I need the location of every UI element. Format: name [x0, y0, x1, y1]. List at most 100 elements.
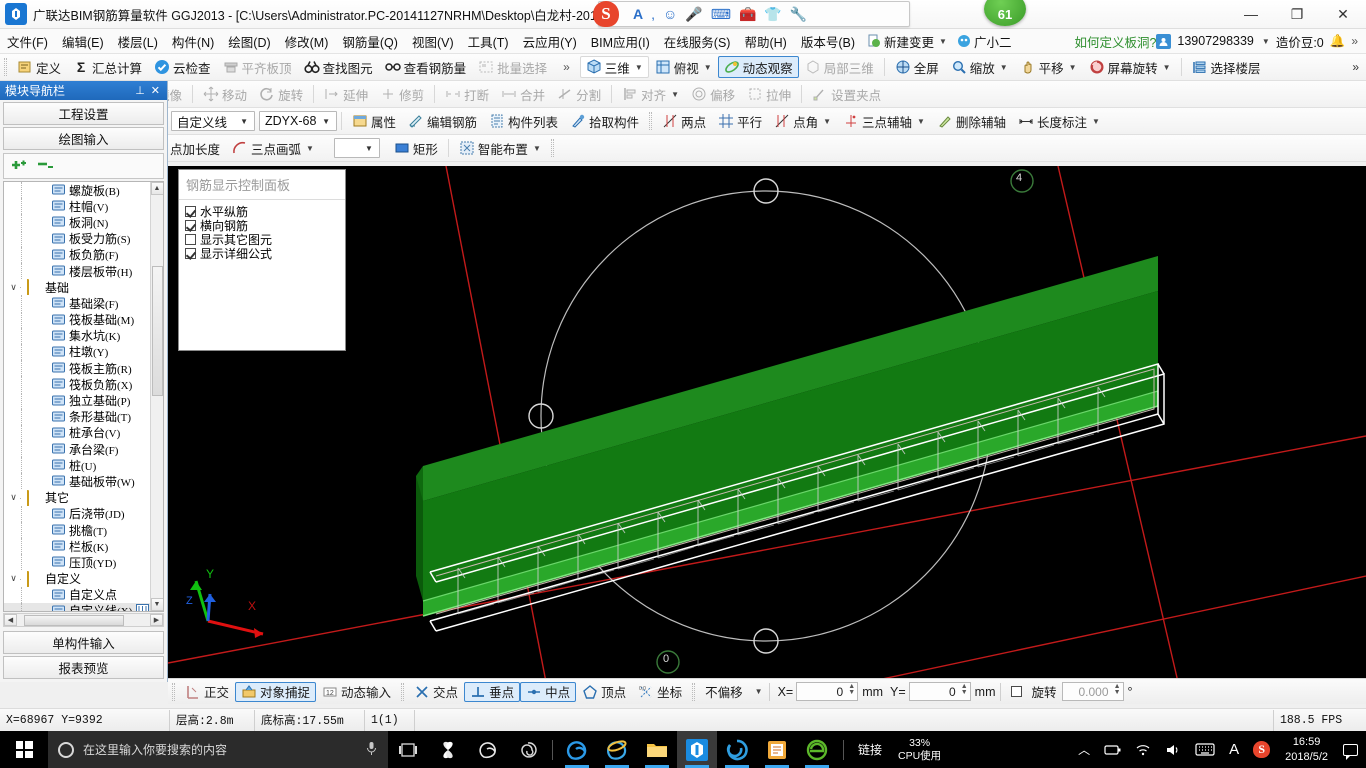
tree-item[interactable]: 板洞(N): [4, 214, 150, 231]
tree-item[interactable]: 独立基础(P): [4, 392, 150, 409]
tree-item[interactable]: 板负筋(F): [4, 246, 150, 263]
menu-online-svc[interactable]: 在线服务(S): [657, 29, 738, 54]
offset-mode-chevron-down-icon[interactable]: ▼: [755, 687, 763, 696]
tool-screen-rotate-chevron-down-icon[interactable]: ▼: [1163, 63, 1171, 72]
tool-set-grip-point[interactable]: 设置夹点: [806, 83, 887, 105]
minimize-button[interactable]: —: [1228, 0, 1274, 29]
tool-screen-rotate[interactable]: 屏幕旋转 ▼: [1083, 56, 1177, 78]
tool-stretch[interactable]: 拉伸: [741, 83, 797, 105]
tool-pan[interactable]: 平移 ▼: [1014, 56, 1083, 78]
tool-smart-layout-chevron-down-icon[interactable]: ▼: [533, 144, 541, 153]
tool-align[interactable]: 对齐 ▼: [616, 83, 685, 105]
toolbar1-overflow-icon[interactable]: »: [563, 60, 570, 74]
checkbox-icon[interactable]: [185, 247, 196, 259]
chevron-down-icon[interactable]: ∨: [8, 492, 19, 503]
toolbar-grip[interactable]: [4, 58, 7, 76]
tool-cloud-check[interactable]: 云检查: [148, 56, 217, 78]
snap-ortho[interactable]: 正交: [179, 682, 235, 702]
tool-top-view[interactable]: 俯视 ▼: [649, 56, 718, 78]
menubar-overflow-icon[interactable]: »: [1351, 34, 1358, 48]
tool-fullscreen[interactable]: 全屏: [889, 56, 945, 78]
tree-item[interactable]: 板受力筋(S): [4, 230, 150, 247]
tree-item[interactable]: 柱墩(Y): [4, 343, 150, 360]
snap-perpendicular[interactable]: 垂点: [464, 681, 521, 702]
tree-item[interactable]: 筏板基础(M): [4, 311, 150, 328]
checkbox-icon[interactable]: [185, 233, 196, 245]
tree-item[interactable]: 挑檐(T): [4, 522, 150, 539]
snapbar-grip-2[interactable]: [401, 682, 405, 701]
tool-top-view-chevron-down-icon[interactable]: ▼: [704, 63, 712, 72]
tree-item[interactable]: 桩承台(V): [4, 424, 150, 441]
app-spiral[interactable]: [508, 731, 548, 768]
draw-input-button[interactable]: 绘图输入: [3, 127, 164, 150]
tree-folder[interactable]: ∨ · 基础: [4, 279, 150, 296]
rebar-display-control-panel[interactable]: 钢筋显示控制面板 水平纵筋 横向钢筋 显示其它图元 显示详细公式: [178, 169, 346, 351]
tool-three-point-axis[interactable]: 三点辅轴 ▼: [837, 110, 931, 132]
pin-icon[interactable]: ⊥: [135, 84, 145, 97]
tree-scroll-up-button[interactable]: ▲: [150, 182, 163, 195]
snap-object-snap[interactable]: 对象捕捉: [235, 681, 317, 702]
checkbox-icon[interactable]: [185, 205, 196, 217]
maximize-button[interactable]: ❐: [1274, 0, 1320, 29]
tree-item[interactable]: 栏板(K): [4, 538, 150, 555]
tool-zoom[interactable]: 缩放 ▼: [945, 56, 1014, 78]
app-pinwheel[interactable]: [428, 731, 468, 768]
tool-point-angle-chevron-down-icon[interactable]: ▼: [823, 117, 831, 126]
tool-partial-3d[interactable]: 局部三维: [799, 56, 880, 78]
tree-item[interactable]: 筏板主筋(R): [4, 360, 150, 377]
tool-zoom-chevron-down-icon[interactable]: ▼: [1000, 63, 1008, 72]
tool-offset[interactable]: 偏移: [685, 83, 741, 105]
menu-cloud-app[interactable]: 云应用(Y): [516, 29, 584, 54]
volume-icon[interactable]: [1158, 731, 1188, 768]
tree-scroll-right-button[interactable]: ▶: [150, 614, 163, 626]
report-preview-button[interactable]: 报表预览: [3, 656, 164, 679]
link-label[interactable]: 链接: [850, 741, 890, 758]
menu-bim-app[interactable]: BIM应用(I): [584, 29, 657, 54]
user-nick-button[interactable]: 广小二: [952, 30, 1017, 53]
ime-microphone-icon[interactable]: 🎤: [685, 7, 702, 21]
tool-align-slab-top[interactable]: 平齐板顶: [217, 56, 298, 78]
app-360[interactable]: [717, 731, 757, 768]
tool-pick-component[interactable]: 拾取构件: [564, 110, 645, 132]
menu-tools[interactable]: 工具(T): [461, 29, 516, 54]
menu-file[interactable]: 文件(F): [0, 29, 55, 54]
cpu-widget[interactable]: 33% CPU使用: [890, 737, 949, 763]
menu-floor[interactable]: 楼层(L): [111, 29, 165, 54]
app-explorer[interactable]: [637, 731, 677, 768]
draw-mode-combo-chevron-down-icon[interactable]: ▼: [361, 144, 377, 153]
tool-rectangle[interactable]: 矩形: [388, 137, 444, 159]
tree-scroll-down-button[interactable]: ▼: [150, 598, 163, 611]
menu-help[interactable]: 帮助(H): [737, 29, 793, 54]
y-offset-stepper[interactable]: ▲ ▼: [961, 683, 968, 696]
snapbar-grip[interactable]: [172, 682, 175, 701]
tree-item[interactable]: 自定义点: [4, 586, 150, 603]
tree-item[interactable]: 桩(U): [4, 457, 150, 474]
microphone-icon[interactable]: [365, 741, 378, 759]
menu-version[interactable]: 版本号(B): [794, 29, 862, 54]
tree-item[interactable]: 基础梁(F): [4, 295, 150, 312]
tree-folder[interactable]: ∨ · 其它: [4, 489, 150, 506]
rotate-stepper[interactable]: ▲ ▼: [1114, 683, 1121, 696]
snap-coordinate[interactable]: 0,0 坐标: [632, 682, 688, 702]
tree-item[interactable]: 后浇带(JD): [4, 505, 150, 522]
tree-item[interactable]: 承台梁(F): [4, 441, 150, 458]
new-change-button[interactable]: 新建变更 ▼: [862, 30, 952, 53]
expand-all-icon[interactable]: [10, 157, 28, 176]
ime-toolbar[interactable]: S A , ☺ 🎤 ⌨ 🧰 👕 🔧: [593, 1, 910, 27]
axis-toolbar-grip[interactable]: [649, 112, 653, 130]
tree-hscroll-thumb[interactable]: [24, 614, 124, 626]
offset-mode-combo[interactable]: 不偏移 ▼: [699, 682, 768, 702]
tool-3d-chevron-down-icon[interactable]: ▼: [635, 63, 643, 72]
tree-item[interactable]: 压顶(YD): [4, 554, 150, 571]
tree-item[interactable]: 筏板负筋(X): [4, 376, 150, 393]
menu-component[interactable]: 构件(N): [165, 29, 221, 54]
chevron-down-icon[interactable]: ▼: [939, 37, 947, 46]
tool-extend[interactable]: 延伸: [318, 83, 374, 105]
tool-delete-axis[interactable]: 删除辅轴: [931, 110, 1012, 132]
tool-summarize[interactable]: Σ 汇总计算: [67, 56, 148, 78]
app-edge-mono[interactable]: [468, 731, 508, 768]
tree-scroll-thumb[interactable]: [151, 266, 163, 396]
collapse-all-icon[interactable]: [36, 157, 54, 176]
tool-length-dimension[interactable]: 长度标注 ▼: [1012, 110, 1106, 132]
tool-break[interactable]: 打断: [439, 83, 495, 105]
